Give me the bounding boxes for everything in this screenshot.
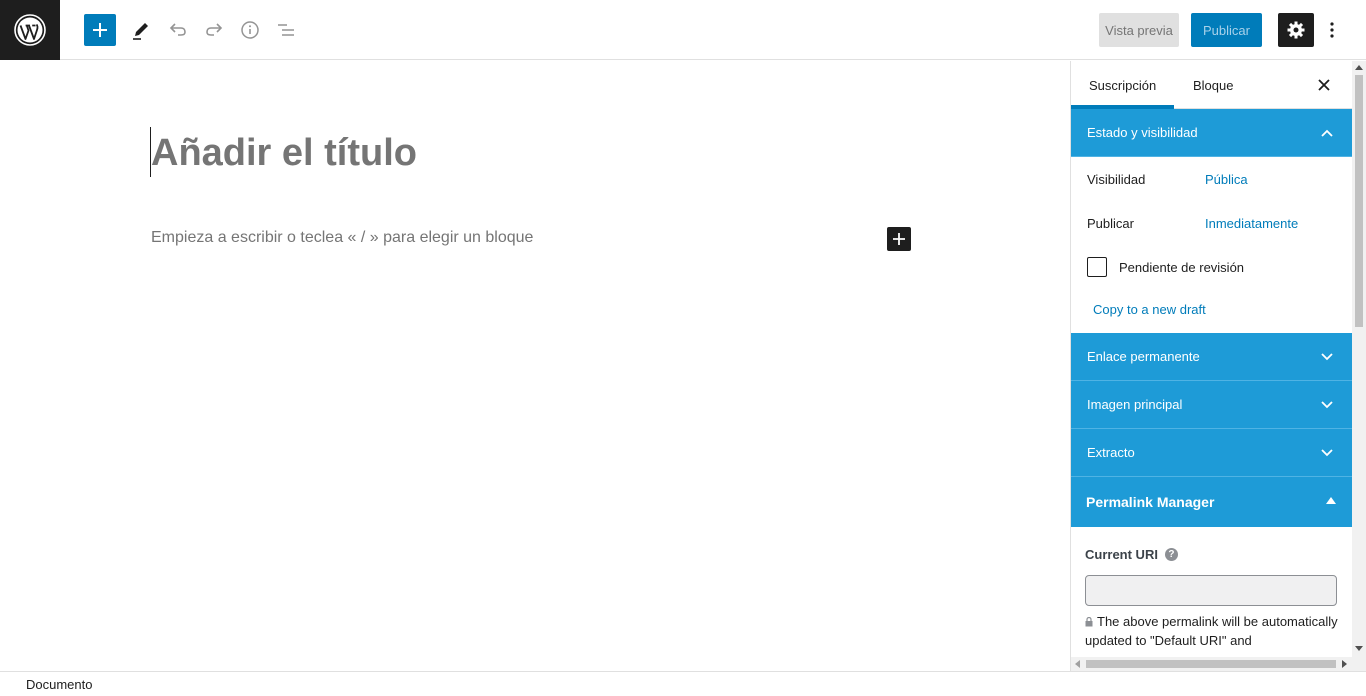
editor-toolbar: Vista previa Publicar xyxy=(0,0,1366,60)
panel-title: Imagen principal xyxy=(1087,397,1183,412)
permalink-note: The above permalink will be automaticall… xyxy=(1085,612,1338,650)
undo-icon xyxy=(169,23,186,36)
post-title-placeholder: Añadir el título xyxy=(151,132,417,174)
close-icon xyxy=(1318,79,1330,91)
block-placeholder[interactable]: Empieza a escribir o teclea « / » para e… xyxy=(151,229,533,247)
publish-date-label: Publicar xyxy=(1087,215,1134,231)
publish-date-row: Publicar Inmediatamente xyxy=(1087,201,1336,245)
help-icon[interactable]: ? xyxy=(1164,547,1178,561)
undo-button[interactable] xyxy=(162,14,194,46)
panel-status-visibility-body: Visibilidad Pública Publicar Inmediatame… xyxy=(1071,157,1352,333)
panel-featured-image-header[interactable]: Imagen principal xyxy=(1071,381,1352,429)
chevron-down-icon xyxy=(1320,446,1334,460)
publish-button[interactable]: Publicar xyxy=(1191,13,1262,47)
inline-add-block-button[interactable] xyxy=(887,227,911,251)
scroll-up-arrow-icon[interactable] xyxy=(1355,65,1363,70)
chevron-up-icon xyxy=(1320,126,1334,140)
breadcrumb-document[interactable]: Documento xyxy=(26,677,92,692)
visibility-toggle[interactable]: Pública xyxy=(1205,172,1248,187)
panel-permalink-header[interactable]: Enlace permanente xyxy=(1071,333,1352,381)
visibility-label: Visibilidad xyxy=(1087,171,1146,187)
permalink-note-text: The above permalink will be automaticall… xyxy=(1085,614,1338,648)
current-uri-input[interactable] xyxy=(1085,575,1337,606)
plus-icon xyxy=(93,23,107,37)
pending-review-checkbox[interactable] xyxy=(1087,257,1107,277)
triangle-up-icon xyxy=(1326,497,1336,504)
close-sidebar-button[interactable] xyxy=(1312,73,1336,97)
tab-block[interactable]: Bloque xyxy=(1175,61,1251,109)
panel-title: Enlace permanente xyxy=(1087,349,1200,364)
info-icon xyxy=(241,21,259,39)
text-caret xyxy=(150,127,151,177)
permalink-manager-body: Current URI ? The above permalink will b… xyxy=(1071,527,1352,650)
chevron-down-icon xyxy=(1320,350,1334,364)
pending-review-label: Pendiente de revisión xyxy=(1119,259,1245,275)
block-breadcrumb-bar: Documento xyxy=(0,671,1366,696)
vertical-scroll-thumb[interactable] xyxy=(1355,75,1363,327)
chevron-down-icon xyxy=(1320,398,1334,412)
preview-button[interactable]: Vista previa xyxy=(1099,13,1179,47)
details-button[interactable] xyxy=(234,14,266,46)
sidebar-horizontal-scrollbar[interactable] xyxy=(1071,657,1352,671)
panel-excerpt-header[interactable]: Extracto xyxy=(1071,429,1352,477)
list-view-icon xyxy=(278,24,294,36)
scroll-down-arrow-icon[interactable] xyxy=(1355,646,1363,651)
horizontal-scroll-thumb[interactable] xyxy=(1086,660,1336,668)
copy-to-draft-link[interactable]: Copy to a new draft xyxy=(1087,289,1336,333)
settings-sidebar: Suscripción Bloque Estado y visibilidad … xyxy=(1070,61,1352,671)
plus-icon xyxy=(893,233,905,245)
pencil-icon xyxy=(133,23,148,40)
more-vertical-icon xyxy=(1330,22,1334,38)
panel-title: Extracto xyxy=(1087,445,1135,460)
visibility-row: Visibilidad Pública xyxy=(1087,157,1336,201)
editor-canvas: Añadir el título Empieza a escribir o te… xyxy=(0,61,1070,671)
tab-document[interactable]: Suscripción xyxy=(1071,61,1174,109)
pending-review-row: Pendiente de revisión xyxy=(1087,245,1336,289)
add-block-button[interactable] xyxy=(84,14,116,46)
scroll-right-arrow-icon[interactable] xyxy=(1342,660,1347,668)
panel-status-visibility-header[interactable]: Estado y visibilidad xyxy=(1071,109,1352,157)
lock-icon xyxy=(1085,613,1093,627)
redo-button[interactable] xyxy=(198,14,230,46)
sidebar-vertical-scrollbar[interactable] xyxy=(1352,61,1366,671)
wordpress-logo-button[interactable] xyxy=(0,0,60,60)
permalink-manager-title: Permalink Manager xyxy=(1086,494,1215,510)
list-view-button[interactable] xyxy=(270,14,302,46)
sidebar-tabs: Suscripción Bloque xyxy=(1071,61,1352,109)
current-uri-label: Current URI xyxy=(1085,546,1158,562)
redo-icon xyxy=(206,23,223,36)
gear-icon xyxy=(1287,21,1305,39)
more-options-button[interactable] xyxy=(1322,13,1342,47)
panel-title: Estado y visibilidad xyxy=(1087,125,1198,140)
permalink-manager-header[interactable]: Permalink Manager xyxy=(1071,477,1352,527)
current-uri-label-row: Current URI ? xyxy=(1085,545,1338,563)
post-title-field[interactable]: Añadir el título xyxy=(150,125,417,177)
wordpress-icon xyxy=(14,14,46,46)
scroll-left-arrow-icon[interactable] xyxy=(1075,660,1080,668)
tools-button[interactable] xyxy=(125,14,157,46)
settings-button[interactable] xyxy=(1278,13,1314,47)
publish-date-toggle[interactable]: Inmediatamente xyxy=(1205,216,1298,231)
